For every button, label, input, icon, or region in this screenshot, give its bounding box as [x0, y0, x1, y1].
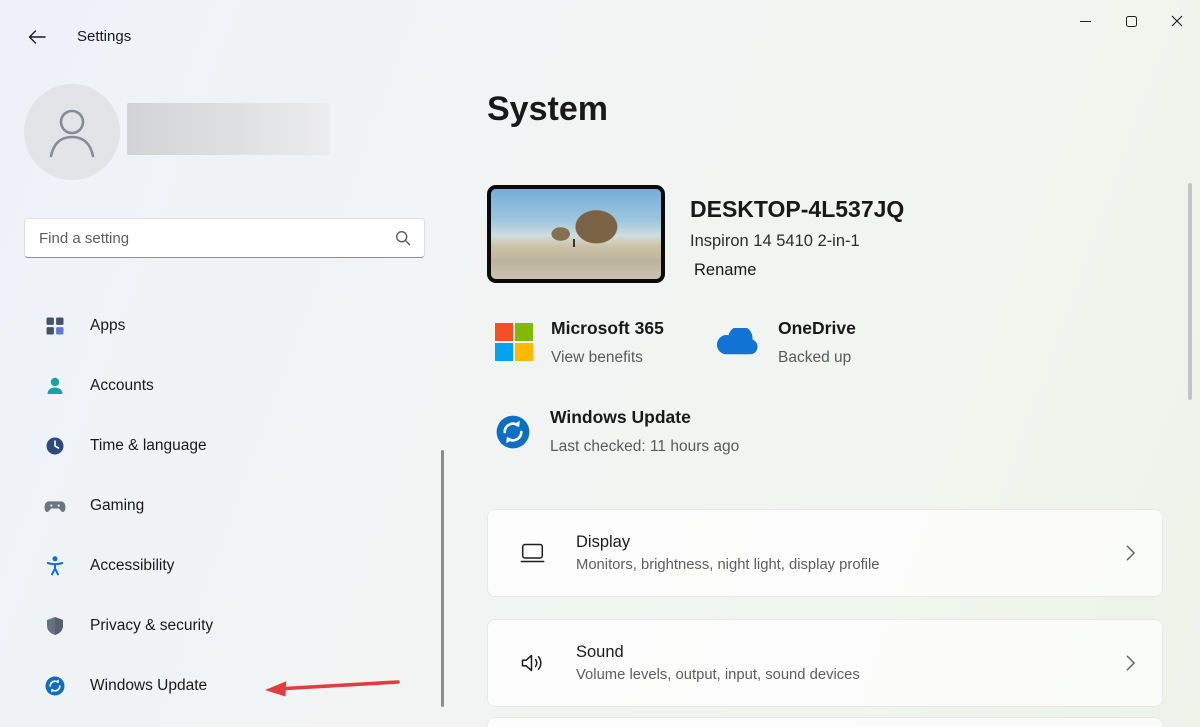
- app-title: Settings: [77, 28, 131, 45]
- sidebar-item-privacy-security[interactable]: Privacy & security: [14, 604, 430, 648]
- shield-icon: [44, 615, 66, 637]
- tile-title: Microsoft 365: [551, 316, 664, 341]
- tile-onedrive[interactable]: OneDrive Backed up: [714, 315, 856, 370]
- card-subtitle: Monitors, brightness, night light, displ…: [576, 557, 1125, 573]
- sidebar-item-accessibility[interactable]: Accessibility: [14, 544, 430, 588]
- time-language-icon: [44, 435, 66, 457]
- windows-update-status-icon: [494, 413, 532, 459]
- sidebar-item-accounts[interactable]: Accounts: [14, 364, 430, 408]
- device-thumbnail: [487, 185, 665, 283]
- sidebar-item-label: Privacy & security: [90, 617, 213, 635]
- sidebar-item-label: Windows Update: [90, 677, 207, 695]
- sidebar-item-label: Gaming: [90, 497, 144, 515]
- device-name: DESKTOP-4L537JQ: [690, 196, 904, 223]
- sidebar-item-windows-update[interactable]: Windows Update: [14, 664, 430, 708]
- accounts-icon: [44, 375, 66, 397]
- chevron-right-icon: [1125, 654, 1136, 672]
- sound-icon: [488, 651, 576, 675]
- sidebar-item-time-language[interactable]: Time & language: [14, 424, 430, 468]
- tile-windows-update[interactable]: Windows Update Last checked: 11 hours ag…: [494, 404, 739, 459]
- windows-update-icon: [44, 675, 66, 697]
- user-name-redacted: [127, 103, 330, 155]
- sidebar-item-gaming[interactable]: Gaming: [14, 484, 430, 528]
- minimize-icon: [1080, 21, 1091, 22]
- close-icon: [1171, 15, 1183, 27]
- sidebar-scrollbar[interactable]: [441, 450, 444, 707]
- minimize-button[interactable]: [1062, 0, 1108, 42]
- card-title: Display: [576, 533, 1125, 552]
- tile-subtitle: Last checked: 11 hours ago: [550, 435, 739, 459]
- apps-icon: [44, 315, 66, 337]
- sidebar-item-apps[interactable]: Apps: [14, 304, 430, 348]
- sidebar-item-label: Accounts: [90, 377, 154, 395]
- back-arrow-icon: [28, 30, 46, 44]
- card-title: Sound: [576, 643, 1125, 662]
- settings-card-display[interactable]: Display Monitors, brightness, night ligh…: [487, 509, 1163, 597]
- tile-microsoft-365[interactable]: Microsoft 365 View benefits: [495, 315, 664, 370]
- page-scrollbar[interactable]: [1188, 183, 1192, 400]
- search-icon: [395, 230, 411, 246]
- accessibility-icon: [44, 555, 66, 577]
- tile-subtitle[interactable]: View benefits: [551, 346, 664, 370]
- gaming-icon: [44, 495, 66, 517]
- search-input[interactable]: [25, 219, 395, 257]
- microsoft-365-icon: [495, 323, 533, 370]
- sidebar-item-label: Accessibility: [90, 557, 174, 575]
- device-wallpaper: [491, 189, 661, 279]
- search-box: [24, 218, 425, 258]
- page-title: System: [487, 90, 608, 129]
- settings-card-sound[interactable]: Sound Volume levels, output, input, soun…: [487, 619, 1163, 707]
- close-button[interactable]: [1154, 0, 1200, 42]
- chevron-right-icon: [1125, 544, 1136, 562]
- sidebar-item-label: Apps: [90, 317, 125, 335]
- window-controls: [1062, 0, 1200, 42]
- onedrive-icon: [714, 328, 760, 370]
- tile-subtitle: Backed up: [778, 346, 856, 370]
- card-subtitle: Volume levels, output, input, sound devi…: [576, 667, 1125, 683]
- back-button[interactable]: [20, 22, 54, 52]
- maximize-icon: [1126, 16, 1137, 27]
- avatar[interactable]: [24, 84, 120, 180]
- settings-window: Settings Apps Accounts Time & langu: [0, 0, 1200, 727]
- display-icon: [488, 541, 576, 565]
- rename-button[interactable]: Rename: [690, 259, 760, 282]
- settings-card-partial[interactable]: [487, 717, 1163, 727]
- tile-title: OneDrive: [778, 316, 856, 341]
- tile-title: Windows Update: [550, 405, 739, 430]
- sidebar-item-label: Time & language: [90, 437, 207, 455]
- maximize-button[interactable]: [1108, 0, 1154, 42]
- device-model: Inspiron 14 5410 2-in-1: [690, 232, 860, 251]
- user-icon: [46, 104, 98, 160]
